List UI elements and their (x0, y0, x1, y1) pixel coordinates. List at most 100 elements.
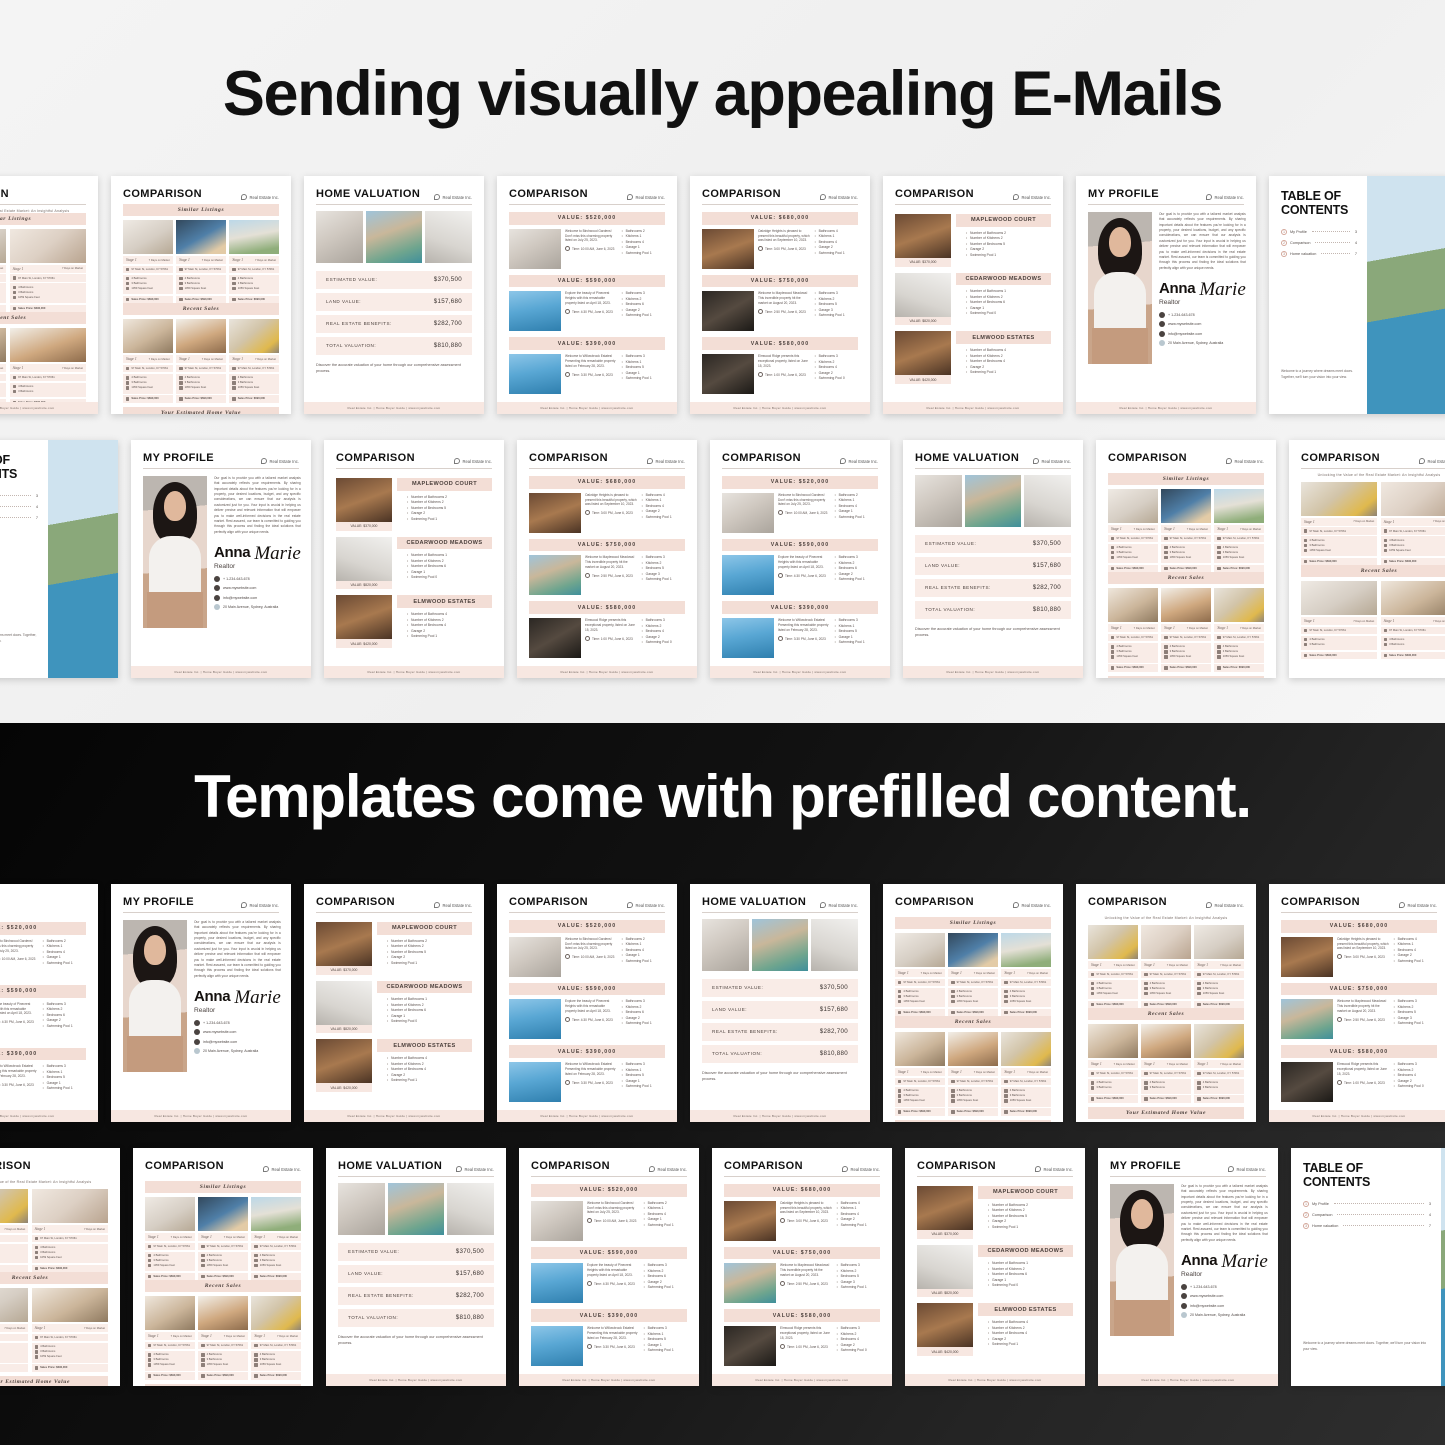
listing-row[interactable]: Welcome to Birchwood Gardens! Don't miss… (0, 939, 86, 979)
listing-row[interactable]: Welcome to Birchwood Gardens! Don't miss… (722, 492, 878, 533)
list-item[interactable]: Stage 17 Days on Market 97 Main St, Lond… (1088, 1024, 1138, 1103)
listing-row[interactable]: Elmwood Ridge presents this exceptional … (1281, 1062, 1437, 1103)
contact-phone[interactable]: + 1-234-643-678 (194, 1020, 281, 1027)
listing-row[interactable]: Explore the beauty of Pinecrest Heights … (531, 1263, 687, 1304)
list-item[interactable]: Stage 17 Days on Market 97 Main St, Lond… (198, 1296, 248, 1380)
card-home-valuation[interactable]: HOME VALUATION Real Estate Inc. ESTIMATE… (304, 176, 484, 414)
listing-row[interactable]: Welcome to Willowbrook Estates! Presenti… (531, 1326, 687, 1367)
list-item[interactable]: Stage 17 Days on Market 97 Main St, Lond… (1108, 489, 1158, 573)
card-comparison-values-a[interactable]: COMPARISON Real Estate Inc. VALUE: $520,… (497, 176, 677, 414)
listing-row[interactable]: Oakridge Heights is pleased to present t… (529, 492, 685, 533)
list-item[interactable]: Stage 17 Days on Market 97 Main St, Lond… (251, 1296, 302, 1380)
listing-row[interactable]: Elmwood Ridge presents this exceptional … (529, 618, 685, 659)
listing-row[interactable]: Oakridge Heights is pleased to present t… (724, 1200, 880, 1241)
list-item[interactable]: Stage 17 Days on Market 97 Main St, Lond… (1194, 1024, 1245, 1103)
list-item[interactable]: Stage 17 Days on Market 97 Main St, Lond… (1001, 933, 1052, 1017)
list-item[interactable]: Stage 17 Days on Market 97 Main St, Lond… (198, 1197, 248, 1281)
contact-email[interactable]: info@mywebsite.com (1181, 1302, 1268, 1309)
listing-row[interactable]: Welcome to Willowbrook Estates! Presenti… (722, 618, 878, 659)
toc-item[interactable]: 1 My Profile 3 (1281, 229, 1357, 235)
list-item[interactable]: Stage 17 Days on Market 97 Main St, Lond… (229, 220, 280, 304)
listing-row[interactable]: Welcome to Willowbrook Estates! Presenti… (0, 1064, 86, 1104)
card-comparison-estates[interactable]: COMPARISON Real Estate Inc. VALUE: $370,… (324, 440, 504, 678)
listing-row[interactable]: Welcome to Maplewood Meadows! This incre… (724, 1263, 880, 1304)
list-item[interactable]: Stage 17 Days on Market 97 Main St, Lond… (1214, 588, 1265, 672)
list-item[interactable]: Stage 17 Days on Market 97 Main St, Lond… (1108, 588, 1158, 672)
listing-row[interactable]: Welcome to Maplewood Meadows! This incre… (702, 291, 858, 332)
list-item[interactable]: Stage 17 Days on Market 97 Main St, Lond… (31, 1189, 108, 1273)
toc-item[interactable]: 2 Comparison 4 (0, 504, 38, 510)
card-home-valuation[interactable]: HOME VALUATION Real Estate Inc. ESTIMATE… (690, 884, 870, 1122)
list-item[interactable]: Stage 17 Days on Market 97 Main St, Lond… (9, 228, 86, 313)
contact-phone[interactable]: + 1-234-643-678 (214, 576, 301, 583)
toc-item[interactable]: 2 Comparison 4 (1281, 240, 1357, 246)
card-comparison-listings[interactable]: COMPARISON Real Estate Inc. Similar List… (111, 176, 291, 414)
listing-row[interactable]: Explore the beauty of Pinecrest Heights … (722, 555, 878, 596)
card-table-of-contents[interactable]: TABLE OF CONTENTS 1 My Profile 3 2 Compa… (1269, 176, 1445, 414)
list-item[interactable]: Stage 17 Days on Market 97 Main St, Lond… (1088, 925, 1138, 1009)
list-item[interactable]: Stage 17 Days on Market 97 Main St, Lond… (145, 1296, 195, 1380)
card-table-of-contents-partial[interactable]: TABLE OF CONTENTS 1 My Profile 3 2 Compa… (0, 440, 118, 678)
list-item[interactable]: Stage 17 Days on Market 97 Main St, Lond… (1161, 489, 1211, 573)
list-item[interactable]: Stage 17 Days on Market 97 Main St, Lond… (1301, 481, 1378, 566)
list-item[interactable]: Stage 17 Days on Market 97 Main St, Lond… (176, 319, 226, 403)
list-item[interactable]: Stage 17 Days on Market 97 Main St, Lond… (1001, 1032, 1052, 1116)
list-item[interactable]: Stage 17 Days on Market 97 Main St, Lond… (1380, 581, 1445, 660)
list-item[interactable]: Stage 17 Days on Market 97 Main St, Lond… (0, 328, 7, 407)
list-item[interactable]: Stage 17 Days on Market 97 Main St, Lond… (145, 1197, 195, 1281)
list-item[interactable]: Stage 17 Days on Market 97 Main St, Lond… (229, 319, 280, 403)
contact-address[interactable]: 20 Main Avenue, Sydney, Australia (1159, 340, 1246, 347)
toc-item[interactable]: 1 My Profile 3 (1303, 1201, 1431, 1207)
toc-item[interactable]: 3 Home valuation 7 (1281, 251, 1357, 257)
list-item[interactable]: Stage 17 Days on Market 97 Main St, Lond… (895, 1032, 945, 1116)
contact-phone[interactable]: + 1-234-643-678 (1159, 312, 1246, 319)
list-item[interactable]: Stage 17 Days on Market 97 Main St, Lond… (948, 1032, 998, 1116)
contact-email[interactable]: info@mywebsite.com (1159, 330, 1246, 337)
listing-row[interactable]: Explore the beauty of Pinecrest Heights … (509, 999, 665, 1040)
card-comparison-listings-subtitle[interactable]: COMPARISON Real Estate Inc. Unlocking th… (1289, 440, 1445, 678)
list-item[interactable]: Stage 17 Days on Market 97 Main St, Lond… (1141, 925, 1191, 1009)
contact-address[interactable]: 20 Main Avenue, Sydney, Australia (214, 604, 301, 611)
contact-website[interactable]: www.mywebsite.com (1181, 1293, 1268, 1300)
contact-address[interactable]: 20 Main Avenue, Sydney, Australia (1181, 1312, 1268, 1319)
card-comparison-values-b[interactable]: COMPARISON Real Estate Inc. VALUE: $680,… (712, 1148, 892, 1386)
card-comparison-listings[interactable]: COMPARISON Real Estate Inc. Similar List… (1096, 440, 1276, 678)
list-item[interactable]: Stage 17 Days on Market 97 Main St, Lond… (123, 220, 173, 304)
card-comparison-estates[interactable]: COMPARISON Real Estate Inc. VALUE: $370,… (905, 1148, 1085, 1386)
list-item[interactable]: Stage 17 Days on Market 97 Main St, Lond… (251, 1197, 302, 1281)
card-comparison-listings[interactable]: COMPARISON Real Estate Inc. Similar List… (883, 884, 1063, 1122)
list-item[interactable]: Stage 17 Days on Market 97 Main St, Lond… (1141, 1024, 1191, 1103)
listing-row[interactable]: Oakridge Heights is pleased to present t… (1281, 936, 1437, 977)
card-table-of-contents[interactable]: TABLE OF CONTENTS 1 My Profile 3 2 Compa… (1291, 1148, 1445, 1386)
list-item[interactable]: Stage 17 Days on Market 97 Main St, Lond… (0, 1189, 29, 1273)
list-item[interactable]: Stage 17 Days on Market 97 Main St, Lond… (895, 933, 945, 1017)
card-my-profile[interactable]: MY PROFILE Real Estate Inc. Our goal is … (1076, 176, 1256, 414)
contact-email[interactable]: info@mywebsite.com (194, 1038, 281, 1045)
card-comparison-listings-partial[interactable]: COMPARISON Unlocking the Value of the Re… (0, 1148, 120, 1386)
list-item[interactable]: Stage 17 Days on Market 97 Main St, Lond… (0, 228, 7, 313)
card-comparison-values-partial[interactable]: VALUE: $520,000 Welcome to Birchwood Gar… (0, 884, 98, 1122)
list-item[interactable]: Stage 17 Days on Market 97 Main St, Lond… (948, 933, 998, 1017)
card-my-profile[interactable]: MY PROFILE Real Estate Inc. Our goal is … (111, 884, 291, 1122)
listing-row[interactable]: Explore the beauty of Pinecrest Heights … (0, 1002, 86, 1042)
listing-row[interactable]: Oakridge Heights is pleased to present t… (702, 228, 858, 269)
toc-item[interactable]: 1 My Profile 3 (0, 493, 38, 499)
card-comparison-listings-partial[interactable]: COMPARISON Unlocking the Value of the Re… (0, 176, 98, 414)
card-comparison-values-b[interactable]: COMPARISON Real Estate Inc. VALUE: $680,… (1269, 884, 1445, 1122)
list-item[interactable]: Stage 17 Days on Market 97 Main St, Lond… (1194, 925, 1245, 1009)
list-item[interactable]: Stage 17 Days on Market 97 Main St, Lond… (123, 319, 173, 403)
listing-row[interactable]: Welcome to Maplewood Meadows! This incre… (529, 555, 685, 596)
toc-item[interactable]: 3 Home valuation 7 (1303, 1223, 1431, 1229)
card-comparison-values-a[interactable]: COMPARISON Real Estate Inc. VALUE: $520,… (497, 884, 677, 1122)
listing-row[interactable]: Elmwood Ridge presents this exceptional … (702, 354, 858, 395)
toc-item[interactable]: 3 Home valuation 7 (0, 515, 38, 521)
list-item[interactable]: Stage 17 Days on Market 97 Main St, Lond… (176, 220, 226, 304)
list-item[interactable]: Stage 17 Days on Market 97 Main St, Lond… (31, 1288, 108, 1372)
listing-row[interactable]: Explore the beauty of Pinecrest Heights … (509, 291, 665, 332)
card-home-valuation[interactable]: HOME VALUATION Real Estate Inc. ESTIMATE… (326, 1148, 506, 1386)
list-item[interactable]: Stage 17 Days on Market 97 Main St, Lond… (9, 328, 86, 407)
contact-website[interactable]: www.mywebsite.com (214, 585, 301, 592)
card-comparison-listings[interactable]: COMPARISON Real Estate Inc. Similar List… (133, 1148, 313, 1386)
list-item[interactable]: Stage 17 Days on Market 97 Main St, Lond… (1380, 481, 1445, 566)
list-item[interactable]: Stage 17 Days on Market 97 Main St, Lond… (1161, 588, 1211, 672)
